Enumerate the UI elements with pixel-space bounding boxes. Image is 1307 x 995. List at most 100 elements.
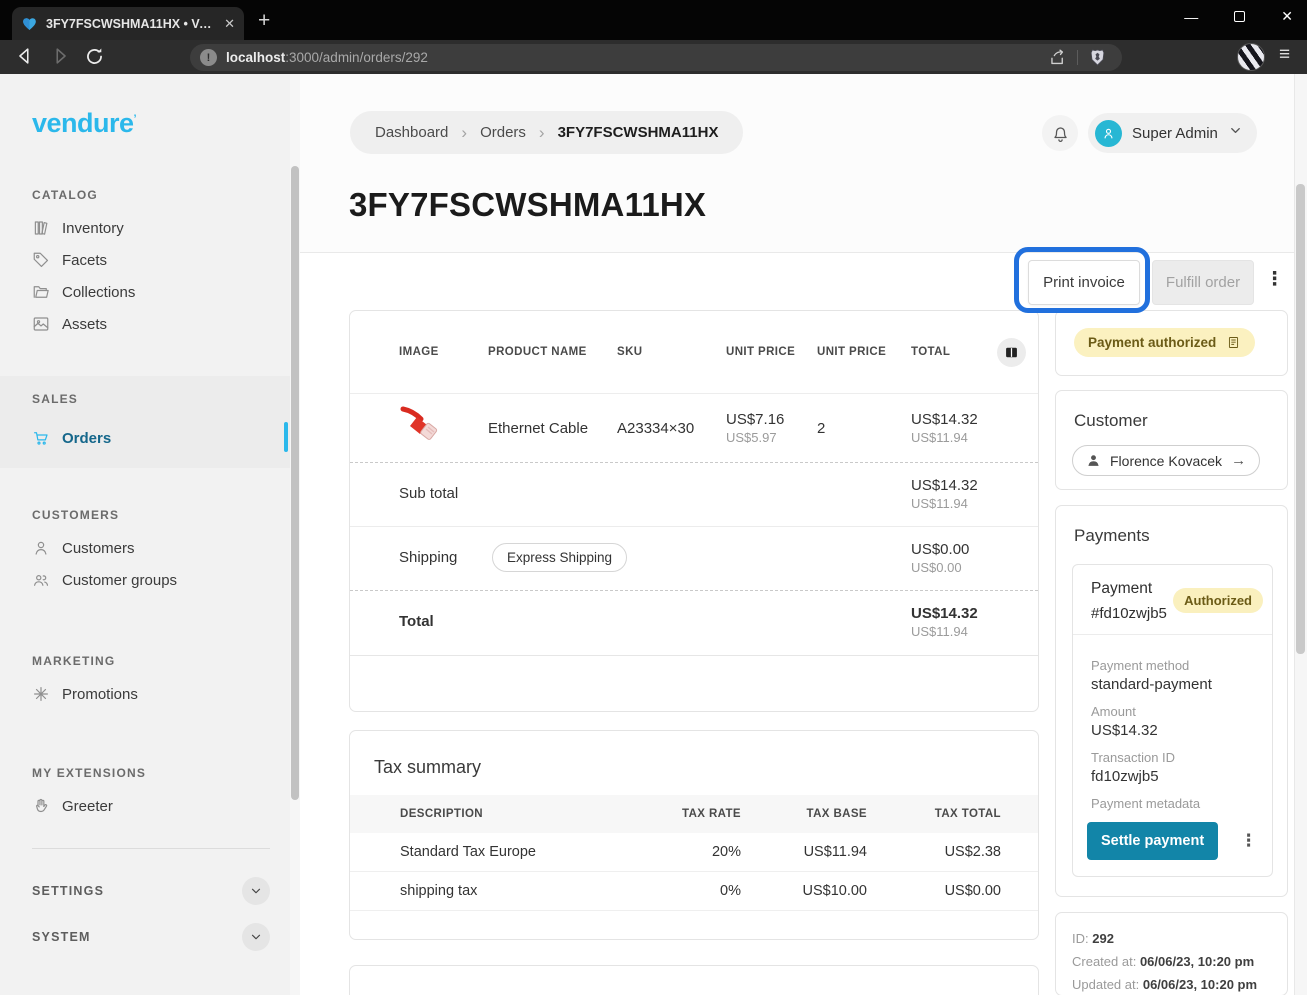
window-maximize-button[interactable] bbox=[1234, 11, 1245, 22]
sidebar: vendure’ CATALOG Inventory Facets Collec… bbox=[0, 74, 300, 995]
address-bar[interactable]: ! localhost:3000/admin/orders/292 bbox=[190, 44, 1122, 71]
subtotal-row: Sub total US$14.32 US$11.94 bbox=[350, 463, 1038, 527]
breadcrumb-orders[interactable]: Orders bbox=[480, 124, 526, 141]
print-invoice-button[interactable]: Print invoice bbox=[1028, 260, 1140, 305]
sidebar-divider bbox=[32, 848, 270, 849]
shipping-method-badge: Express Shipping bbox=[492, 543, 627, 572]
shipping-row: Shipping Express Shipping US$0.00 US$0.0… bbox=[350, 527, 1038, 591]
window-controls: — ✕ bbox=[1184, 0, 1293, 33]
settle-payment-button[interactable]: Settle payment bbox=[1087, 822, 1218, 860]
tax-row: shipping tax 0% US$10.00 US$0.00 bbox=[350, 872, 1038, 911]
folder-icon bbox=[32, 283, 50, 301]
sidebar-scrollbar[interactable] bbox=[290, 74, 300, 995]
tab-title: 3FY7FSCWSHMA11HX • Vendure bbox=[46, 17, 216, 31]
sidebar-scrollbar-thumb[interactable] bbox=[291, 166, 299, 800]
window-close-button[interactable]: ✕ bbox=[1281, 8, 1293, 25]
product-sku: A23334×30 bbox=[617, 420, 726, 437]
order-state-card: Payment authorized bbox=[1055, 310, 1288, 376]
profile-avatar[interactable] bbox=[1237, 43, 1265, 71]
section-label: CATALOG bbox=[32, 188, 300, 202]
image-icon bbox=[32, 315, 50, 333]
url-path: :3000/admin/orders/292 bbox=[285, 50, 428, 65]
sidebar-item-customer-groups[interactable]: Customer groups bbox=[0, 564, 300, 596]
fulfill-order-button[interactable]: Fulfill order bbox=[1152, 260, 1254, 305]
sidebar-item-orders[interactable]: Orders bbox=[0, 422, 300, 454]
users-icon bbox=[32, 571, 50, 589]
quantity: 2 bbox=[817, 420, 911, 437]
chevron-down-icon[interactable] bbox=[242, 923, 270, 951]
product-name[interactable]: Ethernet Cable bbox=[488, 420, 617, 437]
line-total: US$14.32 US$11.94 bbox=[911, 411, 1038, 445]
page-title: 3FY7FSCWSHMA11HX bbox=[349, 186, 706, 224]
customer-link[interactable]: Florence Kovacek → bbox=[1072, 445, 1260, 476]
divider bbox=[1077, 50, 1078, 65]
sidebar-item-facets[interactable]: Facets bbox=[0, 244, 300, 276]
payment-head: Payment #fd10zwjb5 Authorized bbox=[1073, 565, 1272, 635]
columns-icon bbox=[1004, 345, 1019, 360]
sidebar-item-greeter[interactable]: Greeter bbox=[0, 790, 300, 822]
breadcrumb: Dashboard › Orders › 3FY7FSCWSHMA11HX bbox=[350, 111, 743, 154]
main-content: Dashboard › Orders › 3FY7FSCWSHMA11HX Su… bbox=[300, 74, 1307, 995]
new-tab-button[interactable]: + bbox=[258, 9, 270, 33]
updated-at: 06/06/23, 10:20 pm bbox=[1143, 977, 1257, 992]
section-label: MY EXTENSIONS bbox=[32, 766, 300, 780]
page-scrollbar[interactable] bbox=[1294, 74, 1307, 995]
sidebar-section-settings[interactable]: SETTINGS bbox=[32, 873, 270, 909]
user-menu[interactable]: Super Admin bbox=[1088, 113, 1257, 153]
sidebar-item-assets[interactable]: Assets bbox=[0, 308, 300, 340]
forward-button[interactable] bbox=[49, 45, 71, 67]
notifications-button[interactable] bbox=[1042, 115, 1078, 151]
order-summary-card: IMAGE PRODUCT NAME SKU UNIT PRICE UNIT P… bbox=[349, 310, 1039, 712]
product-image[interactable] bbox=[399, 405, 488, 451]
order-table-header: IMAGE PRODUCT NAME SKU UNIT PRICE UNIT P… bbox=[350, 311, 1038, 393]
chevron-right-icon: › bbox=[461, 123, 467, 143]
reload-button[interactable] bbox=[84, 46, 105, 67]
nav-section-customers: CUSTOMERS Customers Customer groups bbox=[0, 508, 300, 596]
browser-tabstrip: 3FY7FSCWSHMA11HX • Vendure ✕ + — ✕ bbox=[0, 0, 1307, 40]
sidebar-item-collections[interactable]: Collections bbox=[0, 276, 300, 308]
vendure-logo: vendure’ bbox=[0, 74, 300, 139]
url-host: localhost bbox=[226, 50, 285, 65]
page-scrollbar-thumb[interactable] bbox=[1296, 184, 1305, 654]
section-label: CUSTOMERS bbox=[32, 508, 300, 522]
back-button[interactable] bbox=[14, 45, 36, 67]
tag-icon bbox=[32, 251, 50, 269]
site-info-icon[interactable]: ! bbox=[200, 49, 217, 66]
sidebar-item-customers[interactable]: Customers bbox=[0, 532, 300, 564]
screen: 3FY7FSCWSHMA11HX • Vendure ✕ + — ✕ ! loc… bbox=[0, 0, 1307, 995]
payment-kebab-icon[interactable]: ⋮ bbox=[1240, 831, 1257, 851]
created-at: 06/06/23, 10:20 pm bbox=[1140, 954, 1254, 969]
hand-icon bbox=[32, 797, 50, 815]
order-actions-kebab-icon[interactable]: ⋮ bbox=[1265, 268, 1284, 291]
column-settings-button[interactable] bbox=[997, 338, 1026, 367]
chevron-down-icon[interactable] bbox=[242, 877, 270, 905]
window-minimize-button[interactable]: — bbox=[1184, 9, 1198, 25]
tab-close-icon[interactable]: ✕ bbox=[224, 16, 235, 32]
chevron-right-icon: › bbox=[539, 123, 545, 143]
section-label: SALES bbox=[32, 392, 300, 406]
browser-tab[interactable]: 3FY7FSCWSHMA11HX • Vendure ✕ bbox=[12, 7, 244, 40]
browser-menu-icon[interactable]: ≡ bbox=[1279, 44, 1289, 66]
user-icon bbox=[1101, 126, 1116, 141]
url-text: localhost:3000/admin/orders/292 bbox=[226, 50, 1048, 65]
payment-detail-card: Payment #fd10zwjb5 Authorized Payment me… bbox=[1072, 564, 1273, 877]
arrow-right-icon: → bbox=[1231, 452, 1246, 469]
order-id: 292 bbox=[1092, 931, 1114, 946]
share-icon[interactable] bbox=[1048, 48, 1067, 67]
sidebar-section-system[interactable]: SYSTEM bbox=[32, 919, 270, 955]
tax-row: Standard Tax Europe 20% US$11.94 US$2.38 bbox=[350, 833, 1038, 872]
sidebar-item-promotions[interactable]: Promotions bbox=[0, 678, 300, 710]
customer-card: Customer Florence Kovacek → bbox=[1055, 390, 1288, 490]
breadcrumb-dashboard[interactable]: Dashboard bbox=[375, 124, 448, 141]
ethernet-cable-image bbox=[399, 405, 447, 447]
payment-status-badge: Authorized bbox=[1173, 588, 1263, 613]
order-state-badge[interactable]: Payment authorized bbox=[1074, 328, 1255, 357]
bell-icon bbox=[1051, 124, 1070, 143]
nav-section-my-extensions: MY EXTENSIONS Greeter bbox=[0, 766, 300, 822]
customer-name: Florence Kovacek bbox=[1110, 453, 1222, 469]
payment-fields: Payment method standard-payment Amount U… bbox=[1073, 635, 1272, 822]
sidebar-item-inventory[interactable]: Inventory bbox=[0, 212, 300, 244]
chevron-down-icon bbox=[1228, 123, 1243, 143]
brave-shield-icon[interactable] bbox=[1088, 48, 1107, 67]
browser-toolbar: ! localhost:3000/admin/orders/292 ≡ bbox=[0, 40, 1307, 74]
